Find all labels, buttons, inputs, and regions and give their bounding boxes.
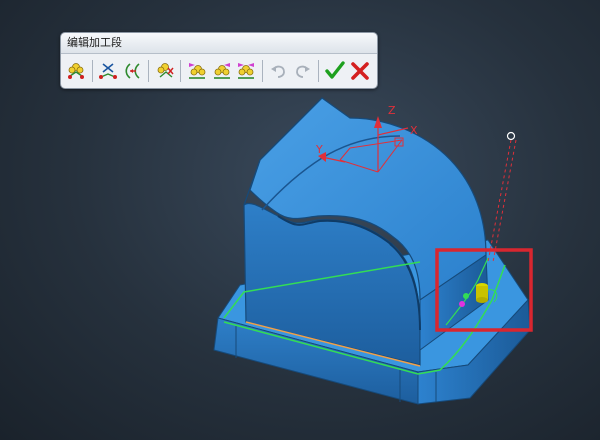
select-segment-icon	[68, 63, 85, 79]
add-middle-segment-button[interactable]	[210, 59, 233, 83]
reverse-segment-icon	[157, 63, 174, 78]
toolbar-separator	[91, 60, 93, 82]
undo-icon	[271, 65, 286, 78]
redo-button[interactable]	[292, 59, 315, 83]
toolbar-title[interactable]: 编辑加工段	[61, 33, 377, 54]
delete-segment-icon	[99, 63, 118, 79]
toolbar-buttons	[65, 57, 373, 85]
trim-segment-icon	[125, 63, 140, 79]
toolbar-separator	[180, 60, 182, 82]
main-body	[243, 97, 489, 367]
add-end-segment-button[interactable]	[235, 59, 258, 83]
toolbar-separator	[261, 60, 263, 82]
toolbar-separator	[318, 60, 320, 82]
trim-segment-button[interactable]	[122, 59, 145, 83]
add-start-segment-button[interactable]	[185, 59, 208, 83]
edit-segment-toolbar: 编辑加工段	[60, 32, 378, 89]
undo-button[interactable]	[267, 59, 290, 83]
add-end-segment-icon	[238, 63, 255, 79]
reverse-segment-button[interactable]	[153, 59, 176, 83]
axis-label-x: X	[410, 124, 418, 137]
confirm-icon	[325, 61, 345, 79]
approach-lines	[487, 131, 517, 263]
confirm-button[interactable]	[323, 59, 346, 83]
axis-label-z: Z	[388, 104, 396, 117]
cancel-button[interactable]	[348, 59, 371, 83]
delete-segment-button[interactable]	[97, 59, 120, 83]
toolbar-separator	[148, 60, 150, 82]
cancel-icon	[350, 62, 369, 80]
redo-icon	[296, 65, 310, 78]
add-middle-segment-icon	[213, 63, 230, 79]
add-start-segment-icon	[188, 63, 206, 79]
select-segment-button[interactable]	[65, 59, 88, 83]
axis-label-y: Y	[315, 143, 323, 156]
